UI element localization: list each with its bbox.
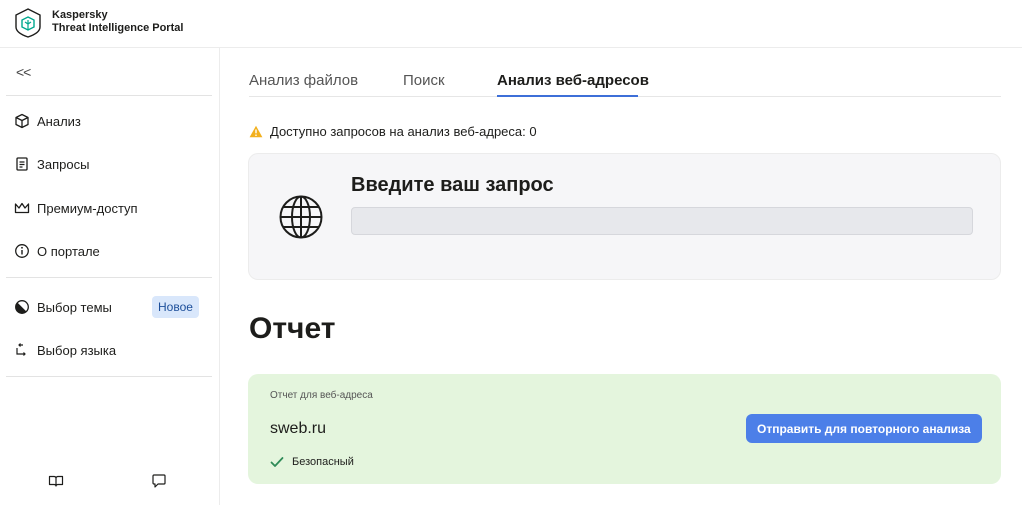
report-label: Отчет для веб-адреса — [270, 390, 373, 401]
sidebar-item-label: Анализ — [37, 113, 81, 129]
sidebar-item-premium[interactable]: Премиум-доступ — [14, 197, 138, 219]
chat-icon[interactable] — [151, 473, 167, 489]
tab-bar: Анализ файлов Поиск Анализ веб-адресов — [249, 48, 1001, 97]
report-card: Отчет для веб-адреса sweb.ru Безопасный … — [248, 374, 1001, 484]
query-title: Введите ваш запрос — [351, 174, 554, 196]
sidebar-divider — [6, 277, 212, 278]
brand-line-1: Kaspersky — [52, 9, 108, 21]
new-badge: Новое — [152, 296, 199, 318]
report-url: sweb.ru — [270, 420, 327, 437]
tab-web-address-analysis[interactable]: Анализ веб-адресов — [497, 72, 649, 89]
query-card: Введите ваш запрос — [248, 153, 1001, 280]
sidebar-item-label: Запросы — [37, 156, 90, 172]
theme-icon — [14, 299, 30, 315]
app-header: Kaspersky Threat Intelligence Portal — [0, 0, 1022, 48]
language-icon — [14, 342, 30, 358]
kaspersky-shield-icon[interactable] — [14, 8, 42, 38]
report-title: Отчет — [249, 312, 336, 345]
book-icon[interactable] — [48, 473, 64, 489]
sidebar-item-label: О портале — [37, 243, 100, 259]
sidebar-item-label: Премиум-доступ — [37, 200, 138, 216]
check-icon — [270, 457, 284, 467]
sidebar-item-language[interactable]: Выбор языка — [14, 339, 116, 361]
sidebar-divider — [6, 376, 212, 377]
query-input[interactable] — [351, 207, 973, 235]
sidebar-divider — [6, 95, 212, 96]
brand-name[interactable]: Kaspersky Threat Intelligence Portal — [52, 9, 183, 35]
quota-notice: Доступно запросов на анализ веб-адреса: … — [249, 124, 537, 139]
status-badge: Безопасный — [270, 456, 354, 468]
sidebar-item-analysis[interactable]: Анализ — [14, 110, 81, 132]
reanalyze-button[interactable]: Отправить для повторного анализа — [746, 414, 982, 443]
cube-icon — [14, 113, 30, 129]
active-tab-indicator — [497, 95, 638, 97]
sidebar-item-requests[interactable]: Запросы — [14, 153, 89, 175]
collapse-sidebar-button[interactable]: << — [16, 64, 31, 80]
status-text: Безопасный — [292, 456, 354, 468]
sidebar: << Анализ Запросы Премиум-доступ О порта… — [0, 48, 220, 505]
quota-text: Доступно запросов на анализ веб-адреса: … — [270, 124, 537, 139]
crown-icon — [14, 200, 30, 216]
globe-icon — [279, 195, 323, 239]
sidebar-item-theme[interactable]: Выбор темы — [14, 296, 112, 318]
brand-line-2: Threat Intelligence Portal — [52, 22, 184, 34]
sidebar-item-label: Выбор языка — [37, 342, 117, 358]
warning-icon — [249, 125, 263, 138]
sidebar-item-label: Выбор темы — [37, 299, 112, 315]
info-icon — [14, 243, 30, 259]
tab-file-analysis[interactable]: Анализ файлов — [249, 72, 358, 89]
sidebar-item-about[interactable]: О портале — [14, 240, 100, 262]
tab-search[interactable]: Поиск — [403, 72, 445, 89]
document-icon — [14, 156, 30, 172]
